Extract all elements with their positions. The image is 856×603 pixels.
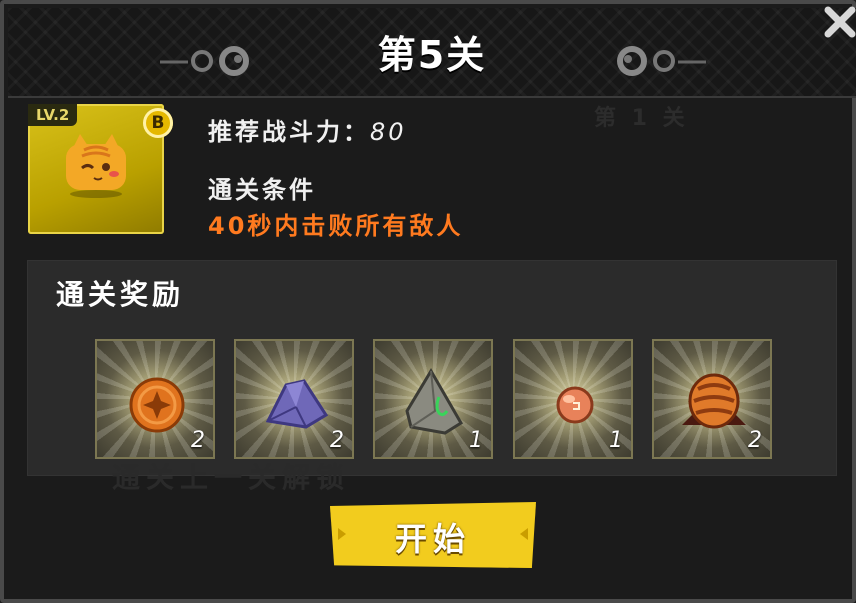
grade-badge: B bbox=[143, 108, 173, 138]
orange-coin-icon bbox=[129, 377, 185, 433]
reward-slot[interactable]: 2 bbox=[234, 339, 354, 459]
reward-count: 2 bbox=[330, 428, 344, 453]
start-button[interactable]: 开始 bbox=[330, 502, 536, 568]
reward-count: 2 bbox=[748, 428, 762, 453]
start-button-label: 开始 bbox=[394, 520, 471, 558]
dialog-frame: 第5关 第 1 关 LV.2 B 推荐战斗力：80 通关条件 40秒内击败所有敌… bbox=[0, 0, 856, 603]
close-icon[interactable] bbox=[812, 4, 856, 44]
background-stage-label: 第 1 关 bbox=[594, 106, 689, 131]
reward-slot[interactable]: 1 bbox=[513, 339, 633, 459]
rewards-title: 通关奖励 bbox=[56, 278, 185, 311]
clear-condition-text: 40秒内击败所有敌人 bbox=[208, 212, 464, 240]
recommended-power-label: 推荐战斗力： bbox=[208, 118, 370, 146]
reward-slot[interactable]: 1 bbox=[373, 339, 493, 459]
reward-count: 2 bbox=[191, 428, 205, 453]
rewards-panel: 通关奖励 2 2 1 1 2 bbox=[28, 261, 836, 475]
stage-title: 第5关 bbox=[377, 33, 487, 77]
striped-egg-icon bbox=[682, 373, 746, 429]
purple-crystal-icon bbox=[265, 379, 329, 429]
reward-slot[interactable]: 2 bbox=[652, 339, 772, 459]
arrow-right-icon bbox=[520, 528, 528, 540]
reward-count: 1 bbox=[469, 428, 483, 453]
level-tag: LV.2 bbox=[28, 104, 78, 126]
reward-count: 1 bbox=[609, 428, 623, 453]
clear-condition-title: 通关条件 bbox=[208, 176, 316, 204]
background-unlock-hint: 通关上一关解锁 bbox=[112, 461, 351, 494]
swirl-ornament-right-icon bbox=[617, 46, 706, 76]
yellow-cat-pet-icon bbox=[66, 134, 126, 198]
reward-slot[interactable]: 2 bbox=[95, 339, 215, 459]
grey-rune-stone-icon bbox=[405, 368, 464, 435]
recommended-power: 推荐战斗力：80 bbox=[208, 112, 407, 147]
copper-orb-icon bbox=[556, 386, 594, 424]
dialog-header: 第5关 bbox=[8, 8, 856, 98]
recommended-power-value: 80 bbox=[370, 118, 407, 146]
